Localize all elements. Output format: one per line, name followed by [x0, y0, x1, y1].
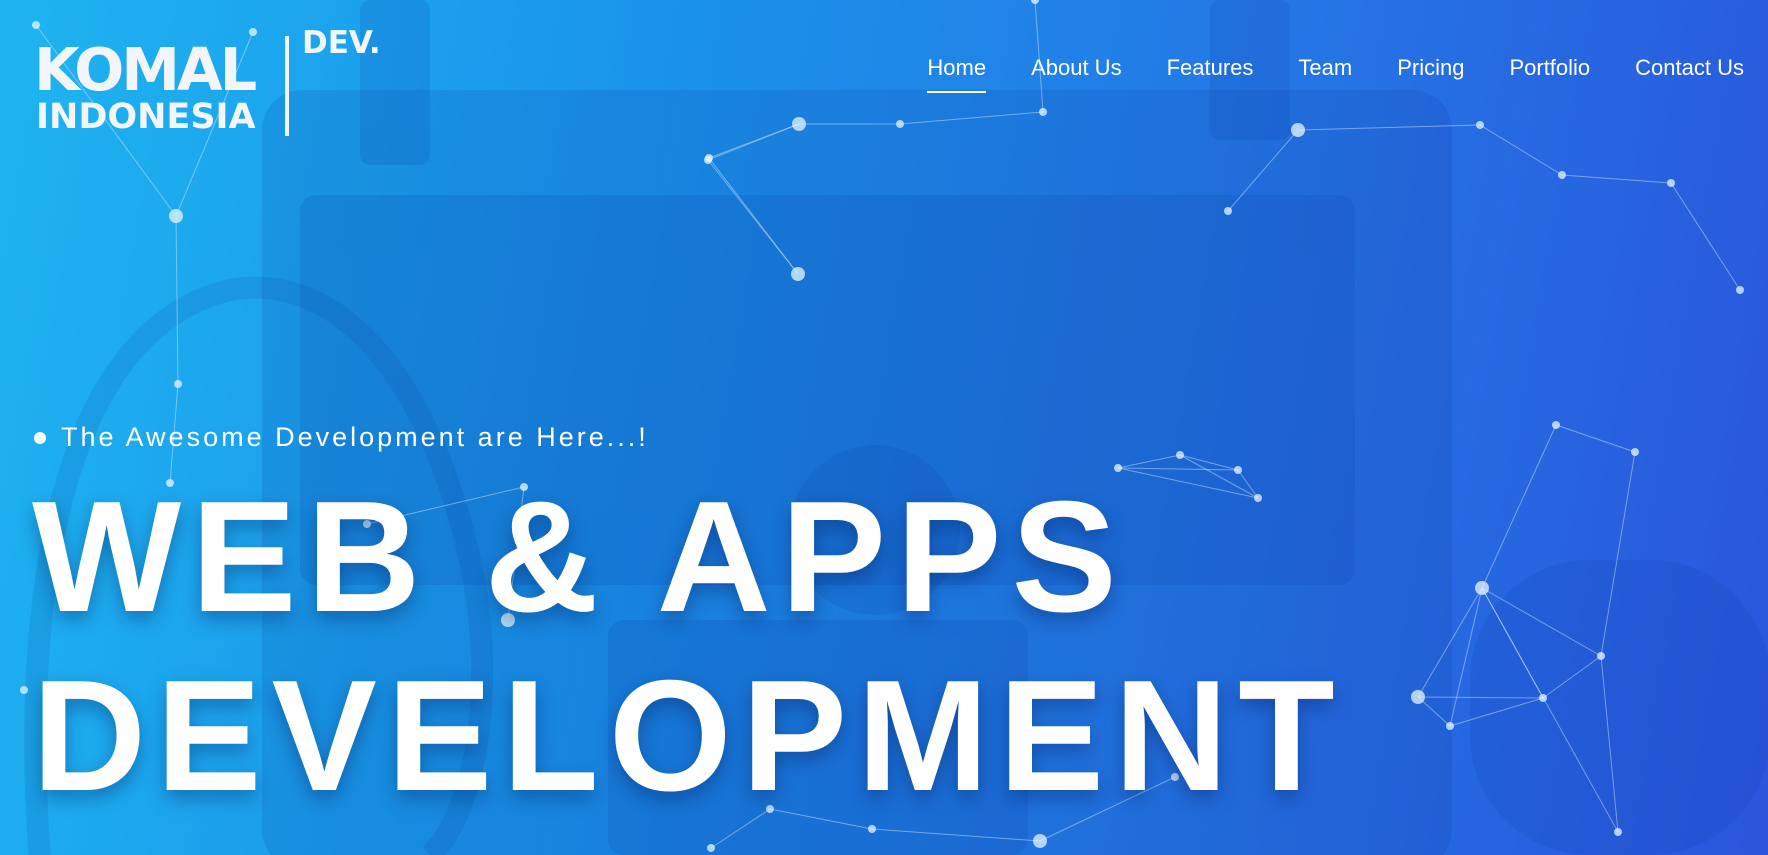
network-dot — [707, 844, 715, 852]
logo-wordmark-top: KOMAL — [34, 35, 257, 104]
network-dot — [1176, 451, 1184, 459]
nav-item-team[interactable]: Team — [1298, 55, 1352, 93]
network-line — [1481, 424, 1557, 589]
network-dot — [868, 825, 876, 833]
network-dot — [174, 380, 182, 388]
network-line — [1555, 424, 1636, 453]
network-line — [1561, 174, 1672, 184]
nav-item-home[interactable]: Home — [927, 55, 986, 93]
hero-tagline: The Awesome Development are Here...! — [34, 422, 649, 453]
network-dot — [1631, 448, 1639, 456]
logo-wordmark-bottom: INDONESIA — [36, 97, 256, 137]
nav-item-contact-us[interactable]: Contact Us — [1635, 55, 1744, 93]
nav-item-portfolio[interactable]: Portfolio — [1509, 55, 1590, 93]
hero-tagline-text: The Awesome Development are Here...! — [61, 422, 649, 452]
main-navigation: Home About Us Features Team Pricing Port… — [882, 55, 1744, 93]
network-dot — [1539, 694, 1547, 702]
network-dot — [169, 209, 183, 223]
network-dot — [1224, 207, 1232, 215]
nav-item-features[interactable]: Features — [1167, 55, 1254, 93]
network-dot — [1254, 494, 1262, 502]
hero-section: KOMAL INDONESIA DEV. Home About Us Featu… — [0, 0, 1768, 855]
network-dot — [704, 156, 712, 164]
network-dot — [1614, 828, 1622, 836]
site-header: KOMAL INDONESIA DEV. Home About Us Featu… — [0, 0, 1768, 150]
brand-logo[interactable]: KOMAL INDONESIA DEV. — [34, 28, 394, 138]
network-dot — [1552, 421, 1560, 429]
network-dot — [1597, 652, 1605, 660]
logo-divider — [285, 36, 289, 136]
hero-headline-line-2: DEVELOPMENT — [32, 648, 1345, 824]
network-dot — [1667, 179, 1675, 187]
bullet-dot-icon — [34, 431, 46, 444]
network-dot — [1033, 834, 1047, 848]
network-dot — [1475, 581, 1489, 595]
network-dot — [20, 686, 28, 694]
network-dot — [1411, 690, 1425, 704]
network-dot — [1234, 466, 1242, 474]
network-line — [1670, 182, 1741, 291]
network-dot — [791, 267, 805, 281]
hero-headline-line-1: WEB & APPS — [32, 469, 1127, 645]
nav-item-pricing[interactable]: Pricing — [1397, 55, 1464, 93]
nav-item-about-us[interactable]: About Us — [1031, 55, 1122, 93]
network-dot — [1736, 286, 1744, 294]
network-dot — [1446, 722, 1454, 730]
logo-suffix: DEV. — [302, 25, 381, 61]
network-dot — [1558, 171, 1566, 179]
